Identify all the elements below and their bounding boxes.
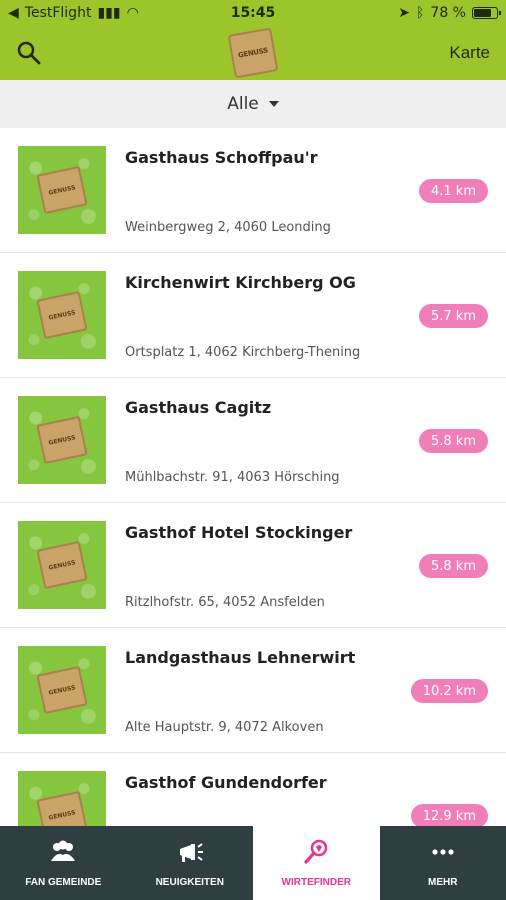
restaurant-thumbnail: GENUSS (18, 771, 106, 826)
badge-logo-icon: GENUSS (36, 790, 88, 826)
location-icon: ➤ (398, 5, 411, 21)
distance-badge: 5.7 km (419, 304, 488, 328)
app-logo: GENUSS (227, 27, 279, 79)
tab-bar: FAN GEMEINDE NEUIGKEITEN WIRTEFINDER MEH… (0, 826, 506, 900)
restaurant-thumbnail: GENUSS (18, 146, 106, 234)
restaurant-address: Ritzlhofstr. 65, 4052 Ansfelden (125, 595, 325, 610)
tab-wirtefinder[interactable]: WIRTEFINDER (253, 826, 380, 900)
nav-bar: GENUSS Karte (0, 26, 506, 80)
caret-down-icon (268, 101, 279, 107)
tab-label: FAN GEMEINDE (25, 876, 102, 888)
list-item[interactable]: GENUSS Gasthof Gundendorfer 12.9 km (0, 753, 506, 826)
restaurant-name: Gasthaus Schoffpau'r (125, 148, 318, 167)
distance-badge: 5.8 km (419, 429, 488, 453)
badge-logo-icon: GENUSS (36, 290, 88, 340)
restaurant-name: Gasthof Hotel Stockinger (125, 523, 353, 542)
status-left: ◀ TestFlight ▮▮▮ ◠ (8, 5, 398, 21)
map-link[interactable]: Karte (449, 43, 490, 63)
back-arrow-icon[interactable]: ◀ (8, 5, 19, 21)
list-item[interactable]: GENUSS Gasthaus Schoffpau'r 4.1 km Weinb… (0, 128, 506, 253)
list-item[interactable]: GENUSS Kirchenwirt Kirchberg OG 5.7 km O… (0, 253, 506, 378)
list-item[interactable]: GENUSS Landgasthaus Lehnerwirt 10.2 km A… (0, 628, 506, 753)
tab-neuigkeiten[interactable]: NEUIGKEITEN (127, 826, 254, 900)
tab-mehr[interactable]: MEHR (380, 826, 506, 900)
magnifier-heart-icon (304, 839, 328, 864)
restaurant-thumbnail: GENUSS (18, 396, 106, 484)
restaurant-name: Kirchenwirt Kirchberg OG (125, 273, 356, 292)
battery-label: 78 % (430, 5, 466, 21)
signal-icon: ▮▮▮ (97, 5, 121, 21)
restaurant-name: Gasthaus Cagitz (125, 398, 272, 417)
status-bar: ◀ TestFlight ▮▮▮ ◠ 15:45 ➤ ᛒ 78 % (0, 0, 506, 26)
restaurant-list[interactable]: GENUSS Gasthaus Schoffpau'r 4.1 km Weinb… (0, 128, 506, 826)
megaphone-icon (179, 842, 203, 862)
list-item[interactable]: GENUSS Gasthaus Cagitz 5.8 km Mühlbachst… (0, 378, 506, 503)
tab-label: WIRTEFINDER (281, 876, 351, 888)
wifi-icon: ◠ (126, 5, 139, 21)
carrier-label: TestFlight (24, 5, 92, 21)
logo-text: GENUSS (237, 46, 269, 60)
distance-badge: 5.8 km (419, 554, 488, 578)
tab-label: MEHR (428, 876, 458, 888)
restaurant-name: Landgasthaus Lehnerwirt (125, 648, 356, 667)
restaurant-address: Alte Hauptstr. 9, 4072 Alkoven (125, 720, 324, 735)
filter-dropdown[interactable]: Alle (0, 80, 506, 128)
restaurant-address: Mühlbachstr. 91, 4063 Hörsching (125, 470, 340, 485)
list-item[interactable]: GENUSS Gasthof Hotel Stockinger 5.8 km R… (0, 503, 506, 628)
badge-logo-icon: GENUSS (36, 540, 88, 590)
distance-badge: 10.2 km (410, 679, 488, 703)
badge-logo-icon: GENUSS (36, 165, 88, 215)
battery-icon (472, 7, 501, 19)
tab-fan-gemeinde[interactable]: FAN GEMEINDE (0, 826, 127, 900)
group-icon (51, 840, 76, 861)
badge-logo-icon: GENUSS (36, 665, 88, 715)
badge-logo-icon: GENUSS (36, 415, 88, 465)
bluetooth-icon: ᛒ (416, 5, 425, 21)
restaurant-thumbnail: GENUSS (18, 646, 106, 734)
restaurant-name: Gasthof Gundendorfer (125, 773, 327, 792)
distance-badge: 4.1 km (419, 179, 488, 203)
restaurant-address: Weinbergweg 2, 4060 Leonding (125, 220, 331, 235)
restaurant-address: Ortsplatz 1, 4062 Kirchberg-Thening (125, 345, 361, 360)
filter-selected-label: Alle (227, 94, 259, 114)
battery-fill (474, 9, 491, 17)
restaurant-thumbnail: GENUSS (18, 271, 106, 359)
more-dots-icon (432, 848, 454, 855)
status-right: ➤ ᛒ 78 % (398, 5, 501, 21)
restaurant-thumbnail: GENUSS (18, 521, 106, 609)
distance-badge: 12.9 km (410, 804, 488, 826)
search-icon[interactable] (16, 40, 42, 66)
tab-label: NEUIGKEITEN (155, 876, 224, 888)
